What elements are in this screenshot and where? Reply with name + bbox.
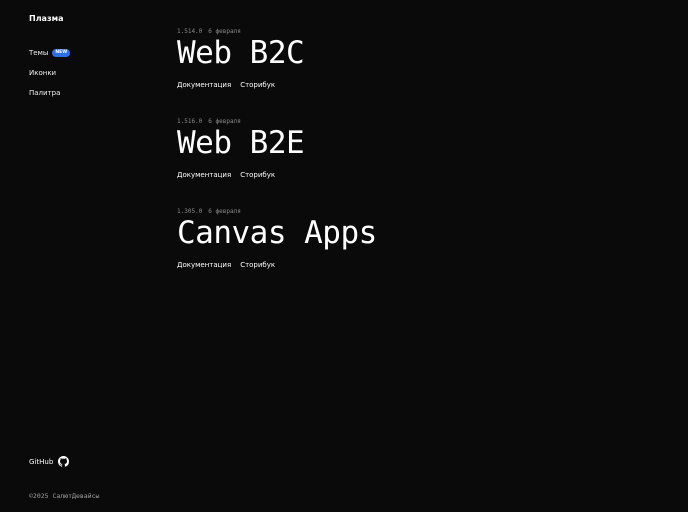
library-links: Документация Сторибук (177, 80, 377, 90)
nav-item-label: Иконки (29, 68, 57, 77)
sidebar-nav: Темы NEW Иконки Палитра (29, 47, 71, 107)
library-version: 1.514.0 (177, 28, 203, 35)
library-title[interactable]: Canvas Apps (177, 216, 377, 250)
github-icon (58, 456, 70, 467)
storybook-link[interactable]: Сторибук (240, 261, 275, 269)
page: Плазма Темы NEW Иконки Палитра 1.514.0 6 … (0, 0, 688, 512)
copyright: ©2025 СалютДевайсы (29, 492, 100, 500)
nav-item-palette[interactable]: Палитра (29, 87, 70, 98)
docs-link[interactable]: Документация (177, 81, 231, 89)
docs-link[interactable]: Документация (177, 261, 231, 269)
nav-item-label: Темы (29, 48, 49, 57)
github-link[interactable]: GitHub (29, 456, 70, 467)
library-card: 1.516.0 6 февраля Web B2E Документация Сто… (177, 118, 377, 208)
library-version: 1.305.0 (177, 208, 203, 215)
storybook-link[interactable]: Сторибук (240, 171, 275, 179)
new-badge: NEW (52, 48, 71, 57)
library-title[interactable]: Web B2E (177, 126, 377, 160)
library-date: 6 февраля (208, 208, 241, 215)
nav-item-themes[interactable]: Темы NEW (29, 47, 71, 58)
library-card: 1.514.0 6 февраля Web B2C Документация Сто… (177, 28, 377, 118)
logo[interactable]: Плазма (29, 14, 64, 23)
library-card: 1.305.0 6 февраля Canvas Apps Документаци… (177, 208, 377, 298)
library-title[interactable]: Web B2C (177, 36, 377, 70)
library-date: 6 февраля (208, 118, 241, 125)
library-links: Документация Сторибук (177, 260, 377, 270)
docs-link[interactable]: Документация (177, 171, 231, 179)
github-label: GitHub (29, 457, 54, 466)
library-links: Документация Сторибук (177, 170, 377, 180)
library-date: 6 февраля (208, 28, 241, 35)
storybook-link[interactable]: Сторибук (240, 81, 275, 89)
nav-item-icons[interactable]: Иконки (29, 67, 70, 78)
library-list: 1.514.0 6 февраля Web B2C Документация Сто… (177, 28, 377, 298)
library-version: 1.516.0 (177, 118, 203, 125)
nav-item-label: Палитра (29, 88, 61, 97)
